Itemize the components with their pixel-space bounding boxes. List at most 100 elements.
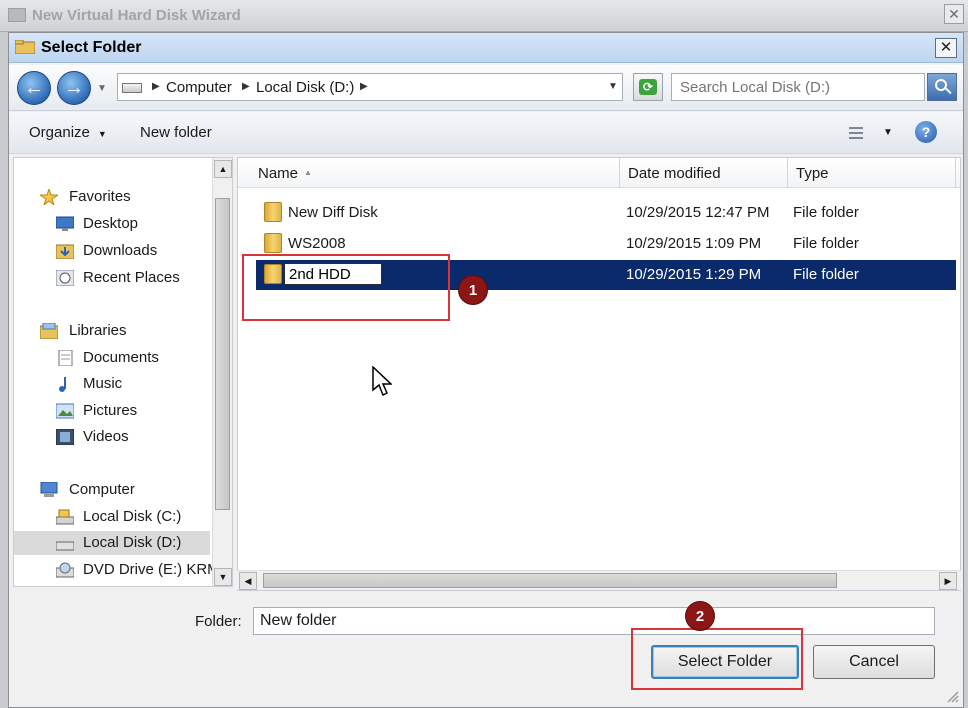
help-icon[interactable]: ? <box>915 121 937 143</box>
breadcrumb-computer[interactable]: Computer <box>166 79 232 96</box>
folder-field[interactable] <box>253 607 935 635</box>
dialog-titlebar: Select Folder ✕ <box>9 33 963 63</box>
file-type: File folder <box>793 204 859 221</box>
file-type: File folder <box>793 266 859 283</box>
select-folder-dialog: Select Folder ✕ ← → ▼ ▶ Computer ▶ Local… <box>8 32 964 708</box>
scrollbar-thumb[interactable] <box>215 198 230 510</box>
sidebar-item-pictures[interactable]: Pictures <box>14 399 210 423</box>
search-button[interactable] <box>927 73 957 101</box>
sidebar-item-local-disk-d[interactable]: Local Disk (D:) <box>14 531 210 555</box>
file-name: New Diff Disk <box>288 204 378 221</box>
cancel-button[interactable]: Cancel <box>813 645 935 679</box>
sidebar-item-label: Favorites <box>69 188 131 205</box>
column-header-type[interactable]: Type <box>788 158 956 188</box>
file-date: 10/29/2015 1:29 PM <box>626 266 762 283</box>
dvd-drive-icon <box>56 562 74 578</box>
sidebar-item-label: Videos <box>83 428 129 445</box>
resize-grip-icon[interactable] <box>945 689 959 703</box>
sidebar-item-local-disk-c[interactable]: Local Disk (C:) <box>14 505 210 529</box>
view-options-dropdown-icon[interactable]: ▼ <box>883 127 893 138</box>
outer-close-button[interactable]: ✕ <box>944 4 964 24</box>
navigation-pane: Favorites Desktop Downloads Recent Place… <box>13 157 233 587</box>
folder-label: Folder: <box>195 613 242 630</box>
chevron-down-icon: ▼ <box>97 129 107 139</box>
scroll-down-icon[interactable]: ▼ <box>214 568 232 586</box>
chevron-right-icon[interactable]: ▶ <box>360 81 368 92</box>
sidebar-item-dvd-drive[interactable]: DVD Drive (E:) KRM <box>14 558 220 582</box>
file-name: WS2008 <box>288 235 346 252</box>
downloads-folder-icon <box>56 244 74 259</box>
column-header-label: Name <box>258 165 299 182</box>
change-view-icon[interactable] <box>843 124 865 142</box>
libraries-icon <box>40 323 58 339</box>
sidebar-scrollbar[interactable]: ▲ ▼ <box>212 158 232 586</box>
sidebar-item-videos[interactable]: Videos <box>14 425 210 449</box>
command-toolbar: Organize ▼ New folder ▼ ? <box>9 112 963 154</box>
sidebar-item-computer[interactable]: Computer <box>14 478 210 502</box>
search-input[interactable] <box>680 75 920 99</box>
folder-icon <box>15 40 35 54</box>
organize-label: Organize <box>29 124 90 141</box>
file-row[interactable]: New Diff Disk 10/29/2015 12:47 PM File f… <box>238 198 960 228</box>
sidebar-item-label: Computer <box>69 481 135 498</box>
column-header-row: Name ▲ Date modified Type <box>238 158 960 188</box>
sidebar-item-recent-places[interactable]: Recent Places <box>14 266 210 290</box>
new-folder-button[interactable]: New folder <box>140 124 212 141</box>
outer-window-titlebar: New Virtual Hard Disk Wizard ✕ <box>0 0 968 32</box>
folder-icon <box>264 233 282 253</box>
sidebar-item-label: Libraries <box>69 322 127 339</box>
scrollbar-thumb[interactable] <box>263 573 837 588</box>
scroll-right-icon[interactable]: ▶ <box>939 572 957 590</box>
highlight-box-2 <box>631 628 803 690</box>
sidebar-item-documents[interactable]: Documents <box>14 346 210 370</box>
sidebar-item-label: Music <box>83 375 123 392</box>
computer-icon <box>40 482 58 497</box>
chevron-right-icon[interactable]: ▶ <box>152 81 160 92</box>
sidebar-item-downloads[interactable]: Downloads <box>14 239 210 263</box>
forward-button[interactable]: → <box>57 71 91 105</box>
refresh-button[interactable]: ⟳ <box>633 73 663 101</box>
search-box[interactable] <box>671 73 925 101</box>
desktop-icon <box>56 216 74 231</box>
sidebar-item-music[interactable]: Music <box>14 372 210 396</box>
documents-icon <box>58 350 73 366</box>
sidebar-item-label: DVD Drive (E:) KRM <box>83 561 220 578</box>
wizard-icon <box>8 8 26 22</box>
sidebar-item-libraries[interactable]: Libraries <box>14 319 210 343</box>
address-bar[interactable]: ▶ Computer ▶ Local Disk (D:) ▶ ▼ <box>117 73 623 101</box>
back-button[interactable]: ← <box>17 71 51 105</box>
recent-pages-dropdown-icon[interactable]: ▼ <box>97 83 107 94</box>
outer-window-title: New Virtual Hard Disk Wizard <box>32 7 241 24</box>
dialog-close-button[interactable]: ✕ <box>935 38 957 58</box>
scroll-left-icon[interactable]: ◀ <box>239 572 257 590</box>
folder-icon <box>264 202 282 222</box>
file-date: 10/29/2015 1:09 PM <box>626 235 762 252</box>
highlight-box-1 <box>242 254 450 321</box>
system-drive-icon <box>56 509 74 525</box>
address-dropdown-icon[interactable]: ▼ <box>608 81 618 92</box>
sidebar-item-label: Local Disk (D:) <box>83 534 182 551</box>
drive-icon <box>122 83 142 93</box>
file-list: Name ▲ Date modified Type New Diff Disk 1… <box>237 157 961 591</box>
organize-menu[interactable]: Organize ▼ <box>29 124 107 141</box>
step-badge-1: 1 <box>458 275 488 305</box>
scroll-up-icon[interactable]: ▲ <box>214 160 232 178</box>
column-header-date-modified[interactable]: Date modified <box>620 158 788 188</box>
step-badge-2: 2 <box>685 601 715 631</box>
horizontal-scrollbar[interactable]: ◀ ▶ <box>237 570 961 590</box>
videos-icon <box>56 429 74 445</box>
sidebar-item-favorites[interactable]: Favorites <box>14 185 210 209</box>
folder-name-input[interactable] <box>260 609 920 633</box>
star-icon <box>40 189 58 205</box>
breadcrumb-local-disk-d[interactable]: Local Disk (D:) <box>256 79 354 96</box>
chevron-right-icon[interactable]: ▶ <box>242 81 250 92</box>
sidebar-item-label: Downloads <box>83 242 158 259</box>
sort-ascending-icon: ▲ <box>304 168 312 177</box>
sidebar-item-label: Recent Places <box>83 269 180 286</box>
sidebar-item-label: Local Disk (C:) <box>83 508 182 525</box>
dialog-title: Select Folder <box>41 39 142 56</box>
mouse-cursor-icon <box>372 366 392 397</box>
column-header-name[interactable]: Name ▲ <box>250 158 620 188</box>
sidebar-item-desktop[interactable]: Desktop <box>14 212 210 236</box>
refresh-icon: ⟳ <box>639 79 657 95</box>
